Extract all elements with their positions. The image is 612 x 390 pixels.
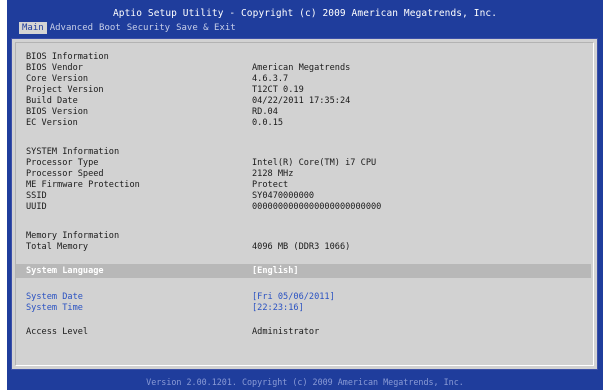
ssid-value: SY0470000000 <box>252 191 315 201</box>
tab-save-exit[interactable]: Save & Exit <box>173 22 239 34</box>
bios-window: Aptio Setup Utility - Copyright (c) 2009… <box>7 0 603 390</box>
tab-advanced[interactable]: Advanced <box>47 22 96 34</box>
processor-type-value: Intel(R) Core(TM) i7 CPU <box>252 158 377 168</box>
processor-type-label: Processor Type <box>26 158 99 168</box>
menu-bar: Main Advanced Boot Security Save & Exit <box>19 22 239 34</box>
access-level-label: Access Level <box>26 327 89 337</box>
ec-version-value: 0.0.15 <box>252 118 284 128</box>
bios-vendor-value: American Megatrends <box>252 63 351 73</box>
system-language-label[interactable]: System Language <box>26 266 104 277</box>
bios-version-value: RD.04 <box>252 107 278 117</box>
ssid-label: SSID <box>26 191 47 201</box>
system-date-field[interactable]: [Fri 05/06/2011] <box>252 292 335 303</box>
system-time-field[interactable]: [22:23:16] <box>252 303 304 314</box>
build-date-label: Build Date <box>26 96 78 106</box>
tab-boot[interactable]: Boot <box>96 22 124 34</box>
main-panel: BIOS Information BIOS Vendor American Me… <box>11 38 598 370</box>
core-version-value: 4.6.3.7 <box>252 74 289 84</box>
system-info-heading: SYSTEM Information <box>26 147 120 157</box>
core-version-label: Core Version <box>26 74 89 84</box>
project-version-value: T12CT 0.19 <box>252 85 304 95</box>
bios-info-heading: BIOS Information <box>26 52 109 62</box>
bios-version-label: BIOS Version <box>26 107 89 117</box>
version-footer: Version 2.00.1201. Copyright (c) 2009 Am… <box>146 377 464 387</box>
total-memory-label: Total Memory <box>26 242 89 252</box>
system-time-label[interactable]: System Time <box>26 303 83 314</box>
window-title: Aptio Setup Utility - Copyright (c) 2009… <box>112 8 498 19</box>
uuid-label: UUID <box>26 202 47 212</box>
project-version-label: Project Version <box>26 85 104 95</box>
build-date-value: 04/22/2011 17:35:24 <box>252 96 351 106</box>
tab-security[interactable]: Security <box>124 22 173 34</box>
access-level-value: Administrator <box>252 327 320 337</box>
me-firmware-value: Protect <box>252 180 289 190</box>
processor-speed-value: 2128 MHz <box>252 169 294 179</box>
me-firmware-label: ME Firmware Protection <box>26 180 140 190</box>
processor-speed-label: Processor Speed <box>26 169 104 179</box>
system-date-label[interactable]: System Date <box>26 292 83 303</box>
bios-vendor-label: BIOS Vendor <box>26 63 83 73</box>
ec-version-label: EC Version <box>26 118 78 128</box>
memory-info-heading: Memory Information <box>26 231 120 241</box>
total-memory-value: 4096 MB (DDR3 1066) <box>252 242 351 252</box>
tab-main[interactable]: Main <box>19 22 47 34</box>
system-language-select[interactable]: [English] <box>252 266 299 277</box>
uuid-value: 0000000000000000000000000 <box>252 202 382 212</box>
